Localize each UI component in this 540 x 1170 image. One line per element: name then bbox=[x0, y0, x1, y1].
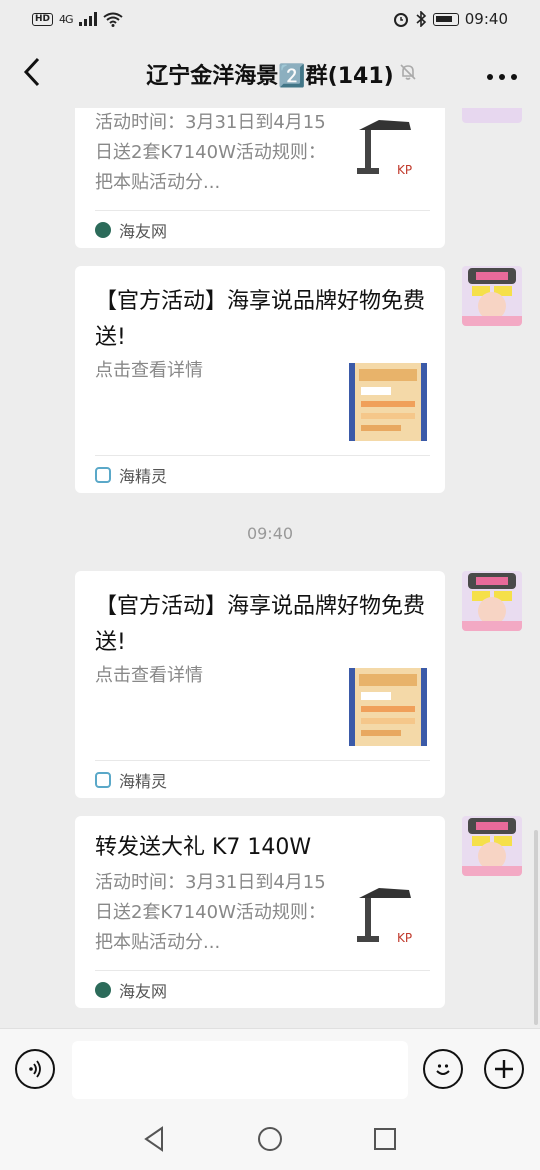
nav-back-button[interactable] bbox=[142, 1126, 168, 1152]
plus-icon bbox=[495, 1060, 513, 1078]
poster-thumbnail-icon bbox=[349, 668, 427, 746]
more-button[interactable] bbox=[486, 58, 518, 88]
back-button[interactable] bbox=[14, 54, 50, 90]
signal-icon bbox=[78, 12, 97, 26]
network-label: 4G bbox=[59, 12, 73, 26]
voice-icon bbox=[29, 1060, 41, 1078]
emoji-icon bbox=[436, 1064, 450, 1075]
hd-badge: HD bbox=[32, 12, 54, 26]
link-card-message[interactable]: 【官方活动】海享说品牌好物免费送! 点击查看详情 海精灵 bbox=[75, 266, 445, 493]
card-source: 海友网 bbox=[95, 970, 430, 1008]
svg-text:KP: KP bbox=[397, 931, 412, 945]
card-description: 活动时间：3月31日到4月15日送2套K7140W活动规则：把本贴活动分... bbox=[95, 872, 326, 953]
chat-title: 辽宁金洋海景2️⃣群(141) bbox=[146, 64, 394, 89]
haiyou-logo-icon bbox=[95, 221, 111, 238]
chevron-left-icon bbox=[23, 57, 40, 87]
lamp-product-icon: KP bbox=[349, 108, 427, 186]
square-recents-icon bbox=[374, 1128, 396, 1150]
avatar[interactable] bbox=[462, 571, 522, 631]
card-source-label: 海友网 bbox=[119, 221, 168, 241]
triangle-back-icon bbox=[144, 1126, 163, 1152]
card-title: 【官方活动】海享说品牌好物免费送! bbox=[95, 289, 426, 350]
card-source-label: 海友网 bbox=[119, 981, 168, 1001]
chat-header: 辽宁金洋海景2️⃣群(141) bbox=[0, 38, 540, 108]
bell-off-icon bbox=[398, 62, 420, 84]
circle-home-icon bbox=[258, 1127, 282, 1151]
card-description: 点击查看详情 bbox=[95, 360, 203, 381]
haijingling-logo-icon bbox=[95, 466, 111, 483]
ellipsis-icon bbox=[487, 74, 517, 80]
chat-area[interactable]: 活动时间：3月31日到4月15日送2套K7140W活动规则：把本贴活动分... … bbox=[0, 108, 540, 1028]
haijingling-logo-icon bbox=[95, 771, 111, 788]
input-bar bbox=[0, 1028, 540, 1106]
scrollbar[interactable] bbox=[534, 830, 538, 1025]
link-card-message[interactable]: 【官方活动】海享说品牌好物免费送! 点击查看详情 海精灵 bbox=[75, 571, 445, 798]
voice-button[interactable] bbox=[15, 1049, 55, 1089]
card-source-label: 海精灵 bbox=[119, 466, 168, 486]
card-description: 活动时间：3月31日到4月15日送2套K7140W活动规则：把本贴活动分... bbox=[95, 112, 326, 193]
card-description: 点击查看详情 bbox=[95, 665, 203, 686]
status-bar: HD 4G 09:40 bbox=[0, 0, 540, 38]
card-title: 转发送大礼 K7 140W bbox=[95, 835, 312, 860]
nav-home-button[interactable] bbox=[257, 1126, 283, 1152]
nav-recents-button[interactable] bbox=[372, 1126, 398, 1152]
avatar[interactable] bbox=[462, 108, 522, 123]
lamp-product-icon: KP bbox=[349, 876, 427, 954]
wifi-icon bbox=[102, 12, 123, 27]
battery-icon bbox=[432, 12, 459, 26]
emoji-button[interactable] bbox=[423, 1049, 463, 1089]
card-source: 海友网 bbox=[95, 210, 430, 248]
link-card-message[interactable]: 转发送大礼 K7 140W 活动时间：3月31日到4月15日送2套K7140W活… bbox=[75, 816, 445, 1008]
card-source-label: 海精灵 bbox=[119, 771, 168, 791]
message-input[interactable] bbox=[72, 1041, 408, 1099]
card-title: 【官方活动】海享说品牌好物免费送! bbox=[95, 594, 426, 655]
alarm-icon bbox=[393, 13, 408, 27]
plus-button[interactable] bbox=[484, 1049, 524, 1089]
status-time: 09:40 bbox=[464, 10, 508, 28]
avatar[interactable] bbox=[462, 266, 522, 326]
bluetooth-icon bbox=[416, 11, 426, 27]
card-source: 海精灵 bbox=[95, 760, 430, 798]
link-card-message[interactable]: 活动时间：3月31日到4月15日送2套K7140W活动规则：把本贴活动分... … bbox=[75, 108, 445, 248]
svg-text:KP: KP bbox=[397, 163, 412, 177]
card-source: 海精灵 bbox=[95, 455, 430, 493]
poster-thumbnail-icon bbox=[349, 363, 427, 441]
avatar[interactable] bbox=[462, 816, 522, 876]
system-nav-bar bbox=[0, 1106, 540, 1170]
haiyou-logo-icon bbox=[95, 981, 111, 998]
chat-timestamp: 09:40 bbox=[246, 524, 294, 543]
